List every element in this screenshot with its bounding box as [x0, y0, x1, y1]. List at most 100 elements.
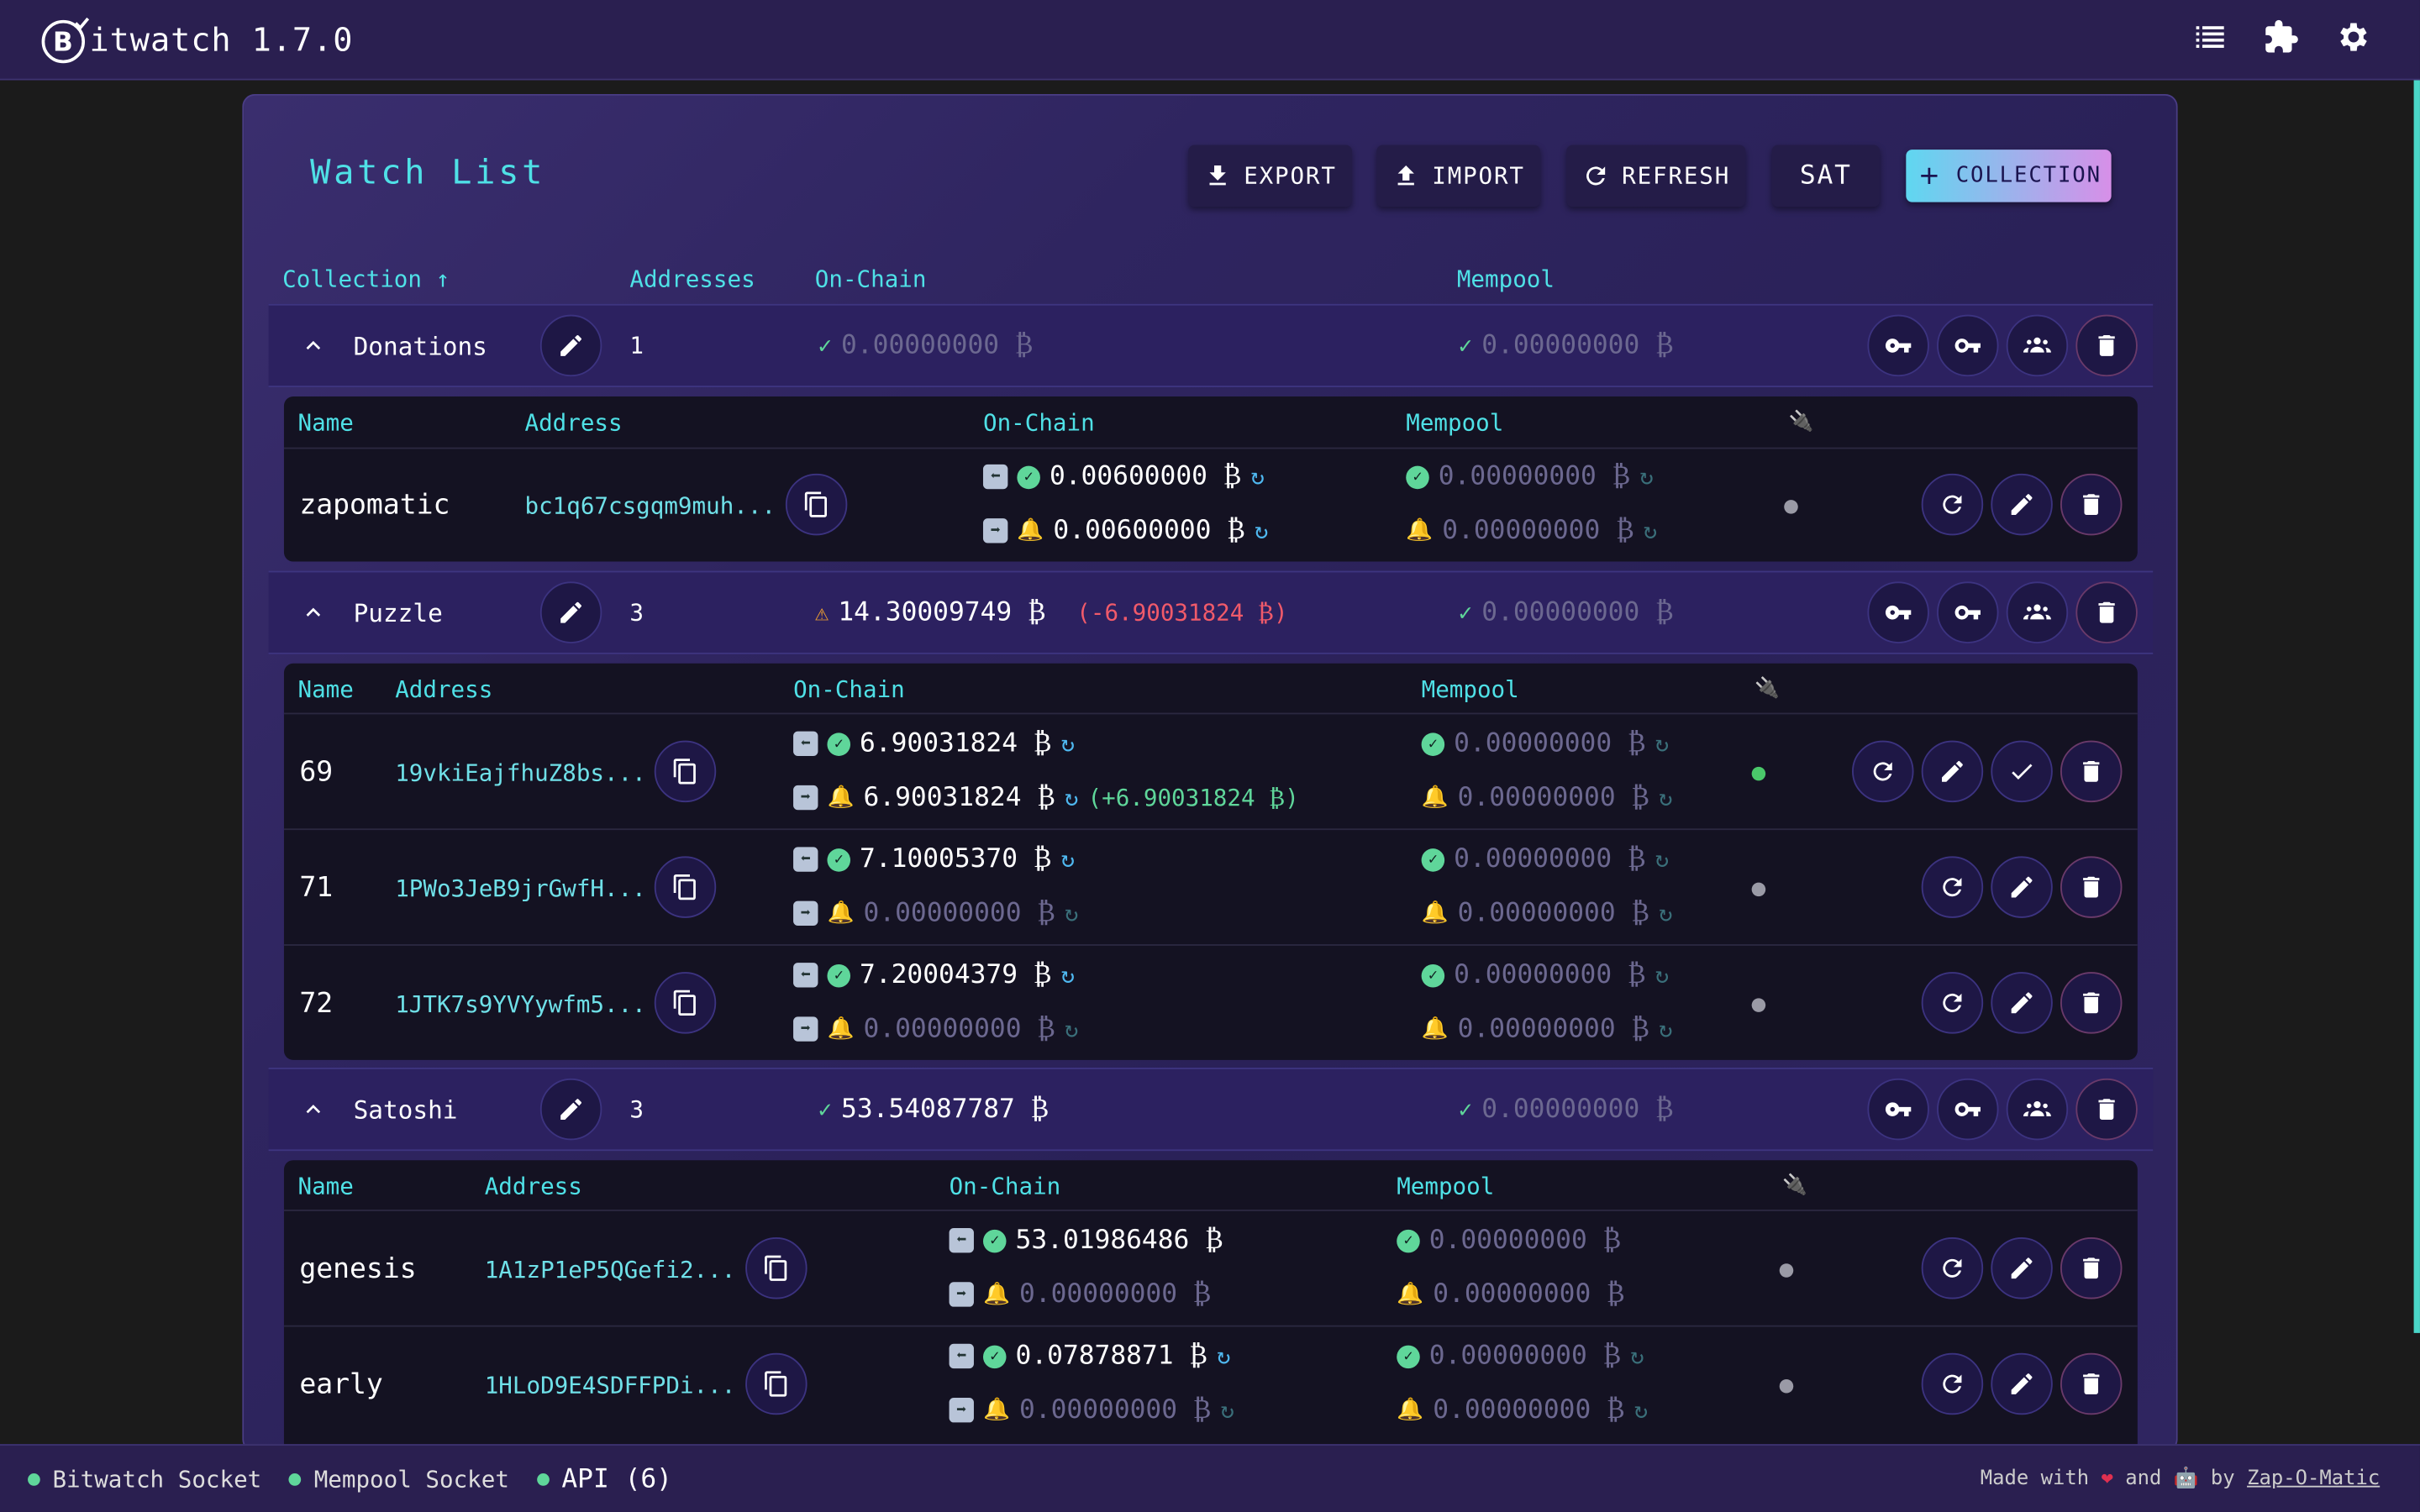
import-button[interactable]: IMPORT: [1376, 144, 1541, 207]
delete-address-button[interactable]: [2060, 1352, 2123, 1415]
delete-address-button[interactable]: [2060, 1237, 2123, 1299]
collection-row[interactable]: Donations 1 ✓ 0.00000000 ₿ ✓ 0.00000000 ₿: [268, 303, 2154, 388]
refresh-address-button[interactable]: [1921, 1352, 1984, 1415]
col-mempool[interactable]: Mempool: [1406, 409, 1503, 437]
refresh-button[interactable]: REFRESH: [1566, 144, 1746, 207]
copy-button[interactable]: [654, 740, 717, 803]
refresh-icon[interactable]: ↻: [1060, 961, 1075, 989]
delete-collection-button[interactable]: [2075, 581, 2138, 643]
edit-collection-button[interactable]: [539, 1078, 602, 1141]
edit-address-button[interactable]: [1991, 972, 2053, 1034]
edit-address-button[interactable]: [1991, 1352, 2053, 1415]
key-button[interactable]: [1867, 314, 1929, 377]
refresh-icon[interactable]: ↻: [1655, 730, 1670, 758]
key-outline-button[interactable]: [1937, 1078, 1999, 1141]
collection-row[interactable]: Satoshi 3 ✓ 53.54087787 ₿ ✓ 0.00000000 ₿: [268, 1067, 2154, 1152]
delete-collection-button[interactable]: [2075, 314, 2138, 377]
col-onchain[interactable]: On-Chain: [793, 675, 905, 703]
col-mempool[interactable]: Mempool: [1397, 1173, 1494, 1200]
refresh-icon[interactable]: ↻: [1065, 1016, 1079, 1043]
col-address[interactable]: Address: [524, 409, 622, 437]
copy-button[interactable]: [654, 972, 717, 1034]
refresh-address-button[interactable]: [1921, 473, 1984, 536]
refresh-icon[interactable]: ↻: [1659, 900, 1673, 927]
delete-address-button[interactable]: [2060, 473, 2123, 536]
collection-row[interactable]: Puzzle 3 ⚠ 14.30009749 ₿ (-6.90031824 ₿) ✓…: [268, 570, 2154, 654]
address-row[interactable]: genesis 1A1zP1eP5QGefi2... ⬅ ✓ 53.01986486…: [283, 1209, 2138, 1326]
copy-button[interactable]: [654, 856, 717, 918]
address-row[interactable]: early 1HLoD9E4SDFFPDi... ⬅ ✓ 0.07878871 ₿ ↻…: [283, 1325, 2138, 1441]
scrollbar[interactable]: [2413, 80, 2420, 1333]
address-row[interactable]: zapomatic bc1q67csgqm9muh... ⬅ ✓ 0.0060000…: [283, 447, 2138, 562]
refresh-icon[interactable]: ↻: [1659, 1016, 1673, 1043]
chevron-up-icon[interactable]: [299, 1095, 327, 1123]
refresh-icon[interactable]: ↻: [1655, 961, 1670, 989]
puzzle-icon[interactable]: [2263, 18, 2300, 55]
col-onchain[interactable]: On-Chain: [950, 1173, 1061, 1200]
key-button[interactable]: [1867, 1078, 1929, 1141]
copy-button[interactable]: [785, 473, 848, 536]
address-row[interactable]: 69 19vkiEajfhuZ8bs... ⬅ ✓ 6.90031824 ₿ ↻ ➡ 🔔…: [283, 712, 2138, 829]
gear-icon[interactable]: [2333, 18, 2370, 55]
refresh-icon[interactable]: ↻: [1065, 900, 1079, 927]
refresh-icon[interactable]: ↻: [1060, 846, 1075, 874]
col-address[interactable]: Address: [485, 1173, 582, 1200]
group-button[interactable]: [2006, 581, 2069, 643]
col-addresses[interactable]: Addresses: [629, 265, 755, 293]
chevron-up-icon[interactable]: [299, 599, 327, 627]
refresh-address-button[interactable]: [1921, 1237, 1984, 1299]
edit-address-button[interactable]: [1991, 473, 2053, 536]
col-name[interactable]: Name: [297, 1173, 353, 1200]
refresh-icon[interactable]: ↻: [1220, 1396, 1234, 1424]
col-collection[interactable]: Collection ↑: [282, 265, 450, 293]
address-text[interactable]: bc1q67csgqm9muh...: [524, 492, 776, 520]
export-button[interactable]: EXPORT: [1188, 144, 1352, 207]
col-address[interactable]: Address: [395, 675, 492, 703]
address-row[interactable]: 71 1PWo3JeB9jrGwfH... ⬅ ✓ 7.10005370 ₿ ↻ ➡ 🔔…: [283, 828, 2138, 944]
address-text[interactable]: 19vkiEajfhuZ8bs...: [395, 759, 646, 787]
refresh-icon[interactable]: ↻: [1655, 846, 1670, 874]
edit-address-button[interactable]: [1991, 1237, 2053, 1299]
delete-address-button[interactable]: [2060, 972, 2123, 1034]
refresh-icon[interactable]: ↻: [1630, 1342, 1644, 1370]
app-logo[interactable]: B itwatch 1.7.0: [40, 14, 354, 64]
acknowledge-button[interactable]: [1991, 740, 2053, 803]
refresh-icon[interactable]: ↻: [1065, 784, 1079, 811]
key-outline-button[interactable]: [1937, 581, 1999, 643]
edit-collection-button[interactable]: [539, 581, 602, 643]
col-mempool[interactable]: Mempool: [1422, 675, 1519, 703]
refresh-address-button[interactable]: [1852, 740, 1914, 803]
address-text[interactable]: 1A1zP1eP5QGefi2...: [485, 1256, 736, 1284]
author-link[interactable]: Zap-O-Matic: [2247, 1467, 2380, 1491]
address-row[interactable]: 72 1JTK7s9YVYywfm5... ⬅ ✓ 7.20004379 ₿ ↻ ➡ 🔔…: [283, 944, 2138, 1060]
key-outline-button[interactable]: [1937, 314, 1999, 377]
address-text[interactable]: 1HLoD9E4SDFFPDi...: [485, 1372, 736, 1399]
delete-address-button[interactable]: [2060, 856, 2123, 918]
delete-collection-button[interactable]: [2075, 1078, 2138, 1141]
delete-address-button[interactable]: [2060, 740, 2123, 803]
refresh-icon[interactable]: ↻: [1255, 517, 1269, 544]
chevron-up-icon[interactable]: [299, 332, 327, 360]
copy-button[interactable]: [745, 1237, 808, 1299]
edit-address-button[interactable]: [1921, 740, 1984, 803]
refresh-icon[interactable]: ↻: [1634, 1396, 1649, 1424]
col-onchain[interactable]: On-Chain: [815, 265, 927, 293]
list-icon[interactable]: [2191, 18, 2228, 55]
refresh-icon[interactable]: ↻: [1217, 1342, 1231, 1370]
add-collection-button[interactable]: COLLECTION: [1906, 150, 2112, 202]
refresh-address-button[interactable]: [1921, 972, 1984, 1034]
group-button[interactable]: [2006, 314, 2069, 377]
key-button[interactable]: [1867, 581, 1929, 643]
refresh-icon[interactable]: ↻: [1060, 730, 1075, 758]
refresh-icon[interactable]: ↻: [1250, 463, 1265, 491]
col-mempool[interactable]: Mempool: [1457, 265, 1555, 293]
address-text[interactable]: 1JTK7s9YVYywfm5...: [395, 990, 646, 1018]
copy-button[interactable]: [745, 1352, 808, 1415]
refresh-icon[interactable]: ↻: [1639, 463, 1654, 491]
unit-toggle-button[interactable]: SAT: [1771, 144, 1881, 207]
edit-collection-button[interactable]: [539, 314, 602, 377]
col-name[interactable]: Name: [297, 675, 353, 703]
refresh-icon[interactable]: ↻: [1659, 784, 1673, 811]
group-button[interactable]: [2006, 1078, 2069, 1141]
refresh-icon[interactable]: ↻: [1644, 517, 1658, 544]
